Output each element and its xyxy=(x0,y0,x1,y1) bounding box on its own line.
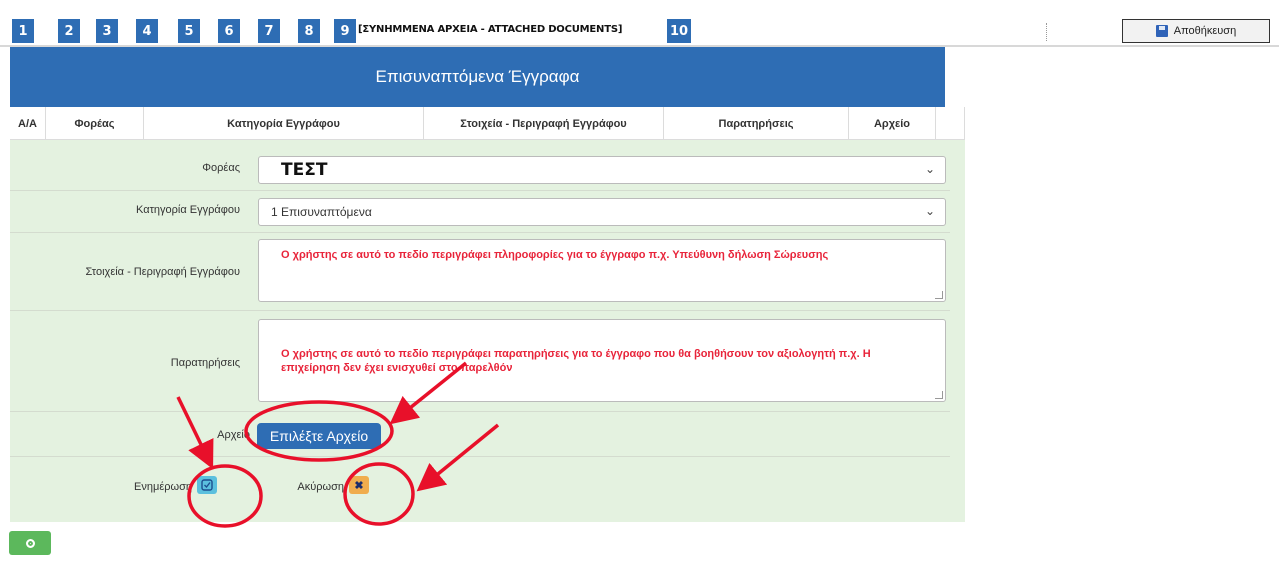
description-label: Στοιχεία - Περιγραφή Εγγράφου xyxy=(85,266,240,278)
row-divider xyxy=(10,411,950,412)
cancel-label: Ακύρωση xyxy=(297,481,344,493)
row-divider xyxy=(10,310,950,311)
tab-step-4[interactable]: 4 xyxy=(136,19,158,43)
description-text: Ο χρήστης σε αυτό το πεδίο περιγράφει πλ… xyxy=(281,249,829,261)
close-icon: ✖ xyxy=(354,479,364,492)
check-square-icon xyxy=(201,479,213,491)
chevron-down-icon: ⌄ xyxy=(924,204,935,218)
column-header-actions xyxy=(936,107,965,140)
category-label: Κατηγορία Εγγράφου xyxy=(136,204,240,216)
category-select[interactable]: 1 Επισυναπτόμενα ⌄ xyxy=(258,198,946,226)
notes-textarea[interactable]: Ο χρήστης σε αυτό το πεδίο περιγράφει πα… xyxy=(258,319,946,402)
tab-step-10[interactable]: 10 xyxy=(667,19,691,43)
notes-label: Παρατηρήσεις xyxy=(170,357,240,369)
table-header: Α/Α Φορέας Κατηγορία Εγγράφου Στοιχεία -… xyxy=(10,107,965,140)
description-textarea[interactable]: Ο χρήστης σε αυτό το πεδίο περιγράφει πλ… xyxy=(258,239,946,302)
tab-step-7[interactable]: 7 xyxy=(258,19,280,43)
add-row-button[interactable] xyxy=(9,531,51,555)
column-header-file: Αρχείο xyxy=(849,107,936,140)
column-header-notes: Παρατηρήσεις xyxy=(664,107,849,140)
column-header-aa: Α/Α xyxy=(10,107,46,140)
plus-circle-icon xyxy=(25,538,35,548)
row-divider xyxy=(10,232,950,233)
row-divider xyxy=(10,456,950,457)
choose-file-button[interactable]: Επιλέξτε Αρχείο xyxy=(257,423,381,449)
chevron-down-icon: ⌄ xyxy=(924,162,935,176)
category-selected-value: 1 Επισυναπτόμενα xyxy=(271,205,372,219)
update-button[interactable] xyxy=(197,476,217,494)
tab-step-8[interactable]: 8 xyxy=(298,19,320,43)
resize-handle-icon[interactable] xyxy=(935,291,943,299)
panel-title: Επισυναπτόμενα Έγγραφα xyxy=(10,47,945,107)
update-label: Ενημέρωση xyxy=(134,481,192,493)
tab-step-5[interactable]: 5 xyxy=(178,19,200,43)
foreas-selected-value: ΤΕΣΤ xyxy=(281,160,328,180)
floppy-disk-icon xyxy=(1155,25,1168,37)
cancel-button[interactable]: ✖ xyxy=(349,476,369,494)
resize-handle-icon[interactable] xyxy=(935,391,943,399)
file-label: Αρχείο xyxy=(217,429,250,441)
column-header-foreas: Φορέας xyxy=(46,107,144,140)
tab-step-1[interactable]: 1 xyxy=(12,19,34,43)
tab-step-2[interactable]: 2 xyxy=(58,19,80,43)
step-tab-bar: 1 2 3 4 5 6 7 8 9 [ΣΥΝΗΜΜΕΝΑ ΑΡΧΕΙΑ - AT… xyxy=(0,15,1279,47)
toolbar-divider xyxy=(1046,23,1047,41)
save-button-label: Αποθήκευση xyxy=(1173,25,1237,37)
column-header-category: Κατηγορία Εγγράφου xyxy=(144,107,424,140)
save-button[interactable]: Αποθήκευση xyxy=(1122,19,1270,43)
foreas-select[interactable]: ΤΕΣΤ ⌄ xyxy=(258,156,946,184)
tab-step-6[interactable]: 6 xyxy=(218,19,240,43)
active-tab-label: [ΣΥΝΗΜΜΕΝΑ ΑΡΧΕΙΑ - ATTACHED DOCUMENTS] xyxy=(358,24,623,35)
foreas-label: Φορέας xyxy=(202,162,240,174)
tab-step-9[interactable]: 9 xyxy=(334,19,356,43)
column-header-description: Στοιχεία - Περιγραφή Εγγράφου xyxy=(424,107,664,140)
tab-step-3[interactable]: 3 xyxy=(96,19,118,43)
notes-text: Ο χρήστης σε αυτό το πεδίο περιγράφει πα… xyxy=(281,348,871,374)
row-divider xyxy=(10,190,950,191)
